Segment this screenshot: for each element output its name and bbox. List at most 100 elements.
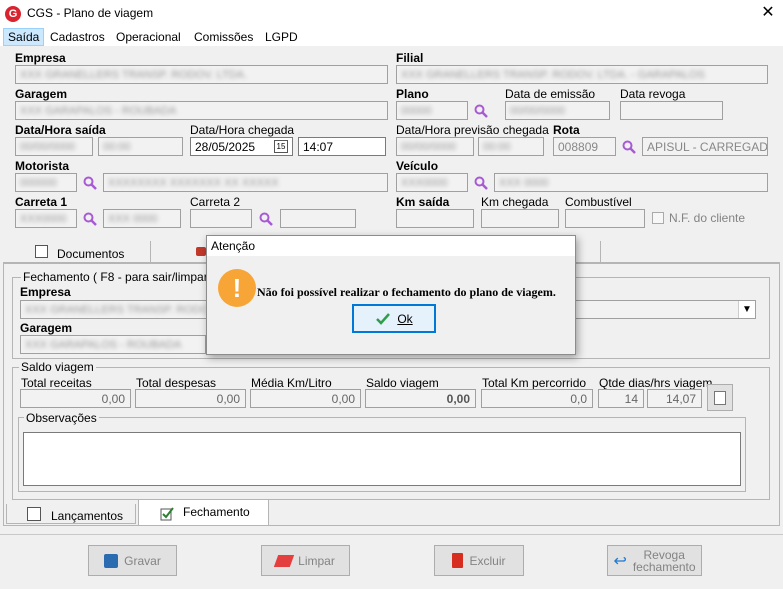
carreta1-placa-field[interactable]: XXX0000 <box>15 209 77 228</box>
km-percorrido-field: 0,0 <box>481 389 593 408</box>
saldo-viagem-field: 0,00 <box>365 389 476 408</box>
tab-lancamentos-label: Lançamentos <box>51 509 124 523</box>
hora-chegada-field[interactable]: 14:07 <box>298 137 386 156</box>
tab-documentos-label: Documentos <box>57 247 125 261</box>
data-revoga-label: Data revoga <box>620 87 686 101</box>
rota-codigo-field[interactable]: 008809 <box>553 137 616 156</box>
nf-cliente-label: N.F. do cliente <box>669 211 746 225</box>
menu-operacional[interactable]: Operacional <box>112 28 185 46</box>
km-saida-label: Km saída <box>396 195 450 209</box>
combustivel-field[interactable] <box>565 209 645 228</box>
carreta2-label: Carreta 2 <box>190 195 241 209</box>
app-logo-icon: G <box>5 6 21 22</box>
search-carreta1-icon[interactable] <box>83 212 97 226</box>
chevron-down-icon[interactable]: ▼ <box>738 301 755 318</box>
search-motorista-icon[interactable] <box>83 176 97 190</box>
search-carreta2-icon[interactable] <box>259 212 273 226</box>
check-icon <box>376 312 391 325</box>
km-chegada-label: Km chegada <box>481 195 549 209</box>
data-saida-field[interactable]: 00/00/0000 <box>15 137 93 156</box>
calculator-button[interactable] <box>707 384 733 411</box>
carreta1-label: Carreta 1 <box>15 195 68 209</box>
close-checklist-icon <box>160 506 175 521</box>
fechamento-empresa-label: Empresa <box>20 285 71 299</box>
data-emissao-field[interactable]: 00/00/0000 <box>505 101 610 120</box>
saldo-group-title: Saldo viagem <box>19 360 96 374</box>
menu-comissoes[interactable]: Comissões <box>190 28 257 46</box>
gravar-label: Gravar <box>124 553 161 568</box>
ok-button[interactable]: Ok <box>352 304 436 333</box>
menu-saida[interactable]: Saída <box>3 28 45 46</box>
total-receitas-field: 0,00 <box>20 389 131 408</box>
km-chegada-field[interactable] <box>481 209 559 228</box>
filial-label: Filial <box>396 51 424 65</box>
garagem-label: Garagem <box>15 87 68 101</box>
carreta1-desc-field[interactable]: XXX 0000 <box>103 209 181 228</box>
carreta2-placa-field[interactable] <box>190 209 252 228</box>
filial-field[interactable]: XXX GRANELLERS TRANSP. RODOV. LTDA. - GA… <box>396 65 768 84</box>
revoga-fechamento-button[interactable]: ↩ Revoga fechamento <box>607 545 702 576</box>
qtde-hrs-field: 14,07 <box>647 389 702 408</box>
data-previsao-field[interactable]: 00/00/0000 <box>396 137 474 156</box>
calendar-icon[interactable]: 15 <box>274 140 288 153</box>
eraser-icon <box>273 554 295 567</box>
menu-cadastros[interactable]: Cadastros <box>46 28 109 46</box>
search-veiculo-icon[interactable] <box>474 176 488 190</box>
total-despesas-label: Total despesas <box>136 376 217 390</box>
empresa-label: Empresa <box>15 51 66 65</box>
trash-icon <box>452 553 464 568</box>
search-rota-icon[interactable] <box>622 140 636 154</box>
tab-divider <box>600 241 601 263</box>
save-icon <box>104 553 119 568</box>
observacoes-textarea[interactable] <box>23 432 741 486</box>
data-hora-saida-label: Data/Hora saída <box>15 123 106 137</box>
add-entries-icon <box>27 507 41 521</box>
gravar-button[interactable]: Gravar <box>88 545 177 576</box>
dialog-title-bar <box>207 236 575 256</box>
veiculo-placa-field[interactable]: XXX0000 <box>396 173 468 192</box>
tab-fechamento-label: Fechamento <box>183 505 250 519</box>
menu-lgpd[interactable]: LGPD <box>261 28 302 46</box>
qtde-dias-field: 14 <box>598 389 644 408</box>
garagem-field[interactable]: XXX GARAPALOS - ROUBADA <box>15 101 388 120</box>
motorista-codigo-field[interactable]: 000000 <box>15 173 77 192</box>
plano-field[interactable]: 00000 <box>396 101 468 120</box>
empresa-field[interactable]: XXX GRANELLERS TRANSP. RODOV. LTDA. <box>15 65 388 84</box>
fechamento-group-title: Fechamento ( F8 - para sair/limpar ) <box>21 270 218 284</box>
calculator-icon <box>714 391 726 405</box>
limpar-button[interactable]: Limpar <box>261 545 350 576</box>
fechamento-garagem-field[interactable]: XXX GARAPALOS - ROUBADA <box>20 335 206 354</box>
nf-cliente-checkbox[interactable] <box>652 212 664 224</box>
veiculo-desc-field[interactable]: XXX 0000 <box>494 173 768 192</box>
warning-icon: ! <box>218 269 256 307</box>
qtde-dias-label: Qtde dias/hrs viagem <box>599 376 713 390</box>
veiculo-label: Veículo <box>396 159 439 173</box>
observacoes-label: Observações <box>24 411 99 425</box>
data-revoga-field[interactable] <box>620 101 723 120</box>
close-icon[interactable]: ✕ <box>758 2 778 24</box>
motorista-nome-field[interactable]: XXXXXXXX XXXXXXX XX XXXXX <box>103 173 388 192</box>
hora-previsao-field[interactable]: 00:00 <box>478 137 544 156</box>
ok-label: Ok <box>397 311 413 326</box>
data-emissao-label: Data de emissão <box>505 87 596 101</box>
fechamento-garagem-label: Garagem <box>20 321 73 335</box>
km-saida-field[interactable] <box>396 209 474 228</box>
motorista-label: Motorista <box>15 159 69 173</box>
km-percorrido-label: Total Km percorrido <box>482 376 587 390</box>
saldo-viagem-label: Saldo viagem <box>366 376 439 390</box>
carreta2-desc-field[interactable] <box>280 209 356 228</box>
rota-descricao-field[interactable]: APISUL - CARREGADO - <box>642 137 768 156</box>
combustivel-label: Combustível <box>565 195 632 209</box>
data-hora-previsao-label: Data/Hora previsão chegada <box>396 123 549 137</box>
truck-icon <box>196 247 206 256</box>
limpar-label: Limpar <box>298 553 335 568</box>
media-km-litro-field: 0,00 <box>250 389 361 408</box>
plano-label: Plano <box>396 87 429 101</box>
total-despesas-field: 0,00 <box>135 389 246 408</box>
dialog-title: Atenção <box>211 239 256 253</box>
excluir-button[interactable]: Excluir <box>434 545 524 576</box>
documents-icon <box>35 245 48 258</box>
revoga-label-line1: Revoga <box>643 547 685 562</box>
hora-saida-field[interactable]: 00:00 <box>98 137 183 156</box>
search-plano-icon[interactable] <box>474 104 488 118</box>
